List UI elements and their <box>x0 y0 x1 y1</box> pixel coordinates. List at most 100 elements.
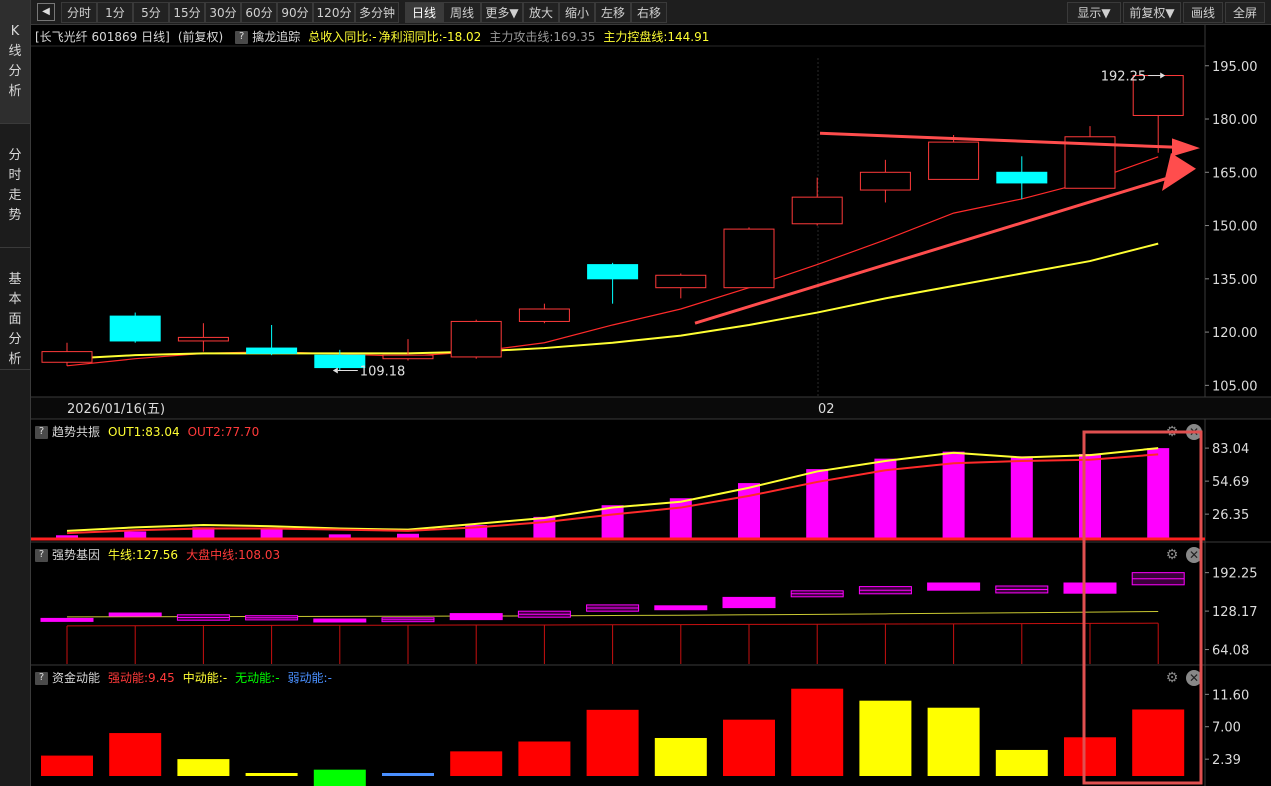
toolbar-button-5[interactable]: 60分 <box>241 2 277 23</box>
toolbar-button-4[interactable]: 30分 <box>205 2 241 23</box>
fund-bar <box>245 773 298 776</box>
trend-bar <box>260 528 283 539</box>
candle-body <box>1132 75 1184 116</box>
toolbar-button-9[interactable]: 日线 <box>405 2 443 23</box>
candle-body <box>723 228 775 289</box>
settings-gear-icon[interactable]: ⚙ <box>1164 670 1180 686</box>
y-tick-label: 7.00 <box>1212 721 1241 736</box>
gene-block <box>517 610 571 618</box>
toolbar-button-1[interactable]: 1分 <box>97 2 133 23</box>
gene-block <box>722 596 776 609</box>
trend-panel-title: 趋势共振 <box>52 425 101 439</box>
bull-line-value: 牛线:127.56 <box>108 548 179 562</box>
trend-arrowhead-1 <box>1172 138 1200 157</box>
candle-body <box>109 315 161 342</box>
revenue-yoy: 总收入同比:- <box>308 30 377 44</box>
ma-line-0 <box>66 156 1159 367</box>
toolbar-button-2[interactable]: 5分 <box>133 2 169 23</box>
gene-block <box>40 617 94 622</box>
help-icon[interactable]: ? <box>35 426 48 439</box>
fund-bar <box>41 755 93 776</box>
toolbar-button-13[interactable]: 缩小 <box>559 2 595 23</box>
gene-block <box>108 612 162 617</box>
toolbar-button-15[interactable]: 右移 <box>631 2 667 23</box>
candle-body <box>1064 136 1116 189</box>
y-tick-label: 180.00 <box>1212 113 1258 128</box>
help-icon[interactable]: ? <box>35 549 48 562</box>
leftnav-tab-0[interactable]: K线分析 <box>0 0 30 124</box>
trend-bar <box>738 483 760 539</box>
market-line <box>66 622 1159 627</box>
toolbar-right-button-0[interactable]: 显示▼ <box>1067 2 1121 23</box>
toolbar-button-12[interactable]: 放大 <box>523 2 559 23</box>
toolbar-button-0[interactable]: 分时 <box>61 2 97 23</box>
y-tick-label: 165.00 <box>1212 166 1258 181</box>
candle-body <box>518 308 570 322</box>
trend-bar <box>1079 453 1101 539</box>
settings-gear-icon[interactable]: ⚙ <box>1164 424 1180 440</box>
toolbar-button-11[interactable]: 更多▼ <box>481 2 523 23</box>
trend-arrow-2 <box>694 174 1176 325</box>
toolbar-button-3[interactable]: 15分 <box>169 2 205 23</box>
close-icon[interactable]: ✕ <box>1186 547 1202 563</box>
profit-yoy: 净利润同比:-18.02 <box>378 30 482 44</box>
gene-block <box>449 613 503 621</box>
gene-block <box>381 617 435 623</box>
leftnav-tab-2[interactable]: 基本面分析 <box>0 248 30 370</box>
fund-bar <box>382 773 434 776</box>
y-tick-label: 192.25 <box>1212 567 1258 582</box>
y-tick-label: 54.69 <box>1212 475 1249 490</box>
candle-body <box>587 264 639 280</box>
help-icon[interactable]: ? <box>35 672 48 685</box>
toolbar-button-7[interactable]: 120分 <box>313 2 355 23</box>
y-tick-label: 195.00 <box>1212 60 1258 75</box>
trend-bar <box>1010 456 1033 539</box>
gene-panel-title: 强势基因 <box>52 548 101 562</box>
collapse-panel-icon[interactable]: ◀ <box>37 3 55 21</box>
toolbar-button-8[interactable]: 多分钟 <box>355 2 399 23</box>
highlight-box <box>1082 430 1203 785</box>
gene-block <box>176 614 230 621</box>
fund-panel-header: ? 资金动能 强动能:9.45 中动能:- 无动能:- 弱动能:- <box>31 668 340 688</box>
candle-body <box>382 354 434 360</box>
trend-arrow-1 <box>819 131 1181 149</box>
close-icon[interactable]: ✕ <box>1186 670 1202 686</box>
settings-gear-icon[interactable]: ⚙ <box>1164 547 1180 563</box>
period-toolbar: ◀ 分时 1分 5分 15分 30分 60分 90分 120分 多分钟 日线 周线 更多▼ 放大 缩小 左移… <box>31 0 1271 25</box>
y-tick-label: 150.00 <box>1212 220 1258 235</box>
out1-value: OUT1:83.04 <box>108 425 180 439</box>
y-tick-label: 120.00 <box>1212 326 1258 341</box>
trend-bar <box>1147 448 1170 539</box>
toolbar-right-button-2[interactable]: 画线 <box>1183 2 1223 23</box>
kline-header: [长飞光纤 601869 日线] (前复权)? 擒龙追踪 总收入同比:- 净利润同比:-… <box>31 27 717 47</box>
leftnav-tab-1[interactable]: 分时走势 <box>0 124 30 248</box>
fund-bar <box>450 751 503 776</box>
trend-panel-header: ? 趋势共振 OUT1:83.04 OUT2:77.70 <box>31 422 267 442</box>
toolbar-right-button-1[interactable]: 前复权▼ <box>1123 2 1181 23</box>
trend-bar <box>942 451 965 539</box>
candle-body <box>996 171 1048 184</box>
toolbar-button-6[interactable]: 90分 <box>277 2 313 23</box>
date-label-month: 02 <box>818 402 835 417</box>
out2-value: OUT2:77.70 <box>187 425 260 439</box>
toolbar-button-10[interactable]: 周线 <box>443 2 481 23</box>
y-tick-label: 11.60 <box>1212 688 1249 703</box>
leftnav-tab-label: K线分析 <box>8 24 22 99</box>
toolbar-right-button-3[interactable]: 全屏 <box>1225 2 1265 23</box>
close-icon[interactable]: ✕ <box>1186 424 1202 440</box>
trend-bar <box>874 458 897 539</box>
trend-bar <box>601 505 624 539</box>
help-icon[interactable]: ? <box>235 31 249 44</box>
ma-line-1 <box>66 242 1159 360</box>
y-tick-label: 64.08 <box>1212 644 1249 659</box>
date-label-start: 2026/01/16(五) <box>67 402 165 417</box>
trend-line-1 <box>66 453 1159 535</box>
gene-block <box>995 585 1049 594</box>
toolbar-button-14[interactable]: 左移 <box>595 2 631 23</box>
trend-bar <box>192 527 215 539</box>
fund-bar <box>859 700 912 776</box>
gene-block <box>1131 572 1185 586</box>
y-tick-label: 26.35 <box>1212 508 1249 523</box>
low-price-label: 109.18 <box>360 365 406 380</box>
trend-bar <box>124 531 147 539</box>
